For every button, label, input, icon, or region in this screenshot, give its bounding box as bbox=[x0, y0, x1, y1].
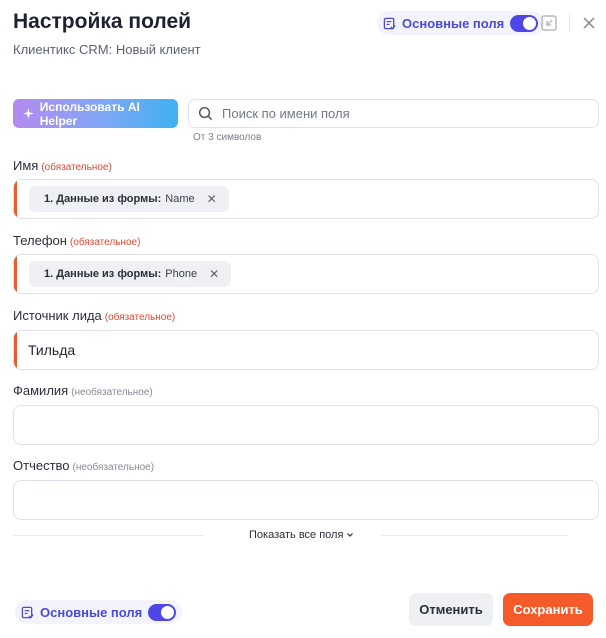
show-all-fields-link[interactable]: Показать все поля bbox=[249, 529, 354, 541]
remove-icon[interactable]: ✕ bbox=[209, 267, 219, 281]
field-surname-label: Фамилия bbox=[13, 383, 69, 398]
field-surname-requirement: (необязательное) bbox=[71, 387, 153, 398]
field-name-label: Имя bbox=[13, 158, 39, 173]
mapping-chip-phone[interactable]: 1. Данные из формы: Phone ✕ bbox=[29, 261, 232, 287]
collapse-icon[interactable] bbox=[540, 14, 558, 32]
fields-list-icon bbox=[21, 606, 34, 619]
show-all-row: Показать все поля bbox=[0, 529, 606, 541]
field-phone-input[interactable]: 1. Данные из формы: Phone ✕ bbox=[13, 254, 599, 294]
field-name-requirement: (обязательное) bbox=[41, 162, 112, 173]
ai-helper-button[interactable]: Использовать AI Helper bbox=[13, 99, 178, 128]
field-patronymic-requirement: (необязательное) bbox=[72, 462, 155, 473]
chip-name-value: Name bbox=[165, 193, 195, 205]
field-label-phone: Телефон (обязательное) bbox=[13, 233, 140, 248]
field-phone-requirement: (обязательное) bbox=[69, 237, 141, 248]
search-hint: От 3 символов bbox=[193, 132, 262, 143]
main-fields-toggle-label: Основные поля bbox=[40, 604, 143, 620]
divider bbox=[381, 534, 568, 536]
field-label-patronymic: Отчество (необязательное) bbox=[13, 458, 154, 473]
close-icon[interactable] bbox=[580, 14, 598, 32]
main-fields-toggle-top[interactable]: Основные поля bbox=[377, 11, 545, 35]
field-lead-source-label: Источник лида bbox=[13, 308, 102, 323]
chip-phone-value: Phone bbox=[165, 268, 198, 280]
page-title: Настройка полей bbox=[13, 10, 192, 33]
main-fields-switch[interactable] bbox=[148, 603, 177, 621]
mapping-chip-name[interactable]: 1. Данные из формы: Name ✕ bbox=[29, 186, 229, 212]
main-fields-toggle-bottom[interactable]: Основные поля bbox=[15, 600, 183, 624]
field-label-lead-source: Источник лида (обязательное) bbox=[13, 308, 175, 323]
sparkles-icon bbox=[22, 108, 34, 119]
remove-icon[interactable]: ✕ bbox=[207, 192, 217, 206]
main-fields-switch[interactable] bbox=[510, 14, 539, 32]
ai-helper-label: Использовать AI Helper bbox=[39, 99, 140, 128]
field-surname-input[interactable] bbox=[13, 405, 599, 445]
save-button[interactable]: Сохранить bbox=[503, 593, 593, 626]
show-all-label: Показать все поля bbox=[249, 529, 344, 541]
field-name-input[interactable]: 1. Данные из формы: Name ✕ bbox=[13, 179, 599, 219]
field-label-name: Имя (обязательное) bbox=[13, 158, 112, 173]
field-patronymic-label: Отчество bbox=[13, 458, 70, 473]
chevron-down-icon bbox=[347, 533, 354, 537]
main-fields-toggle-label: Основные поля bbox=[402, 15, 505, 31]
page-subtitle: Клиентикс CRM: Новый клиент bbox=[13, 42, 201, 57]
chip-name-prefix: 1. Данные из формы: bbox=[44, 193, 162, 205]
header-divider bbox=[569, 14, 570, 32]
fields-list-icon bbox=[383, 17, 396, 30]
field-phone-label: Телефон bbox=[13, 233, 67, 248]
field-lead-source-input[interactable]: Тильда bbox=[13, 330, 599, 370]
field-lead-source-requirement: (обязательное) bbox=[104, 312, 176, 323]
search-icon bbox=[198, 106, 213, 121]
field-label-surname: Фамилия (необязательное) bbox=[13, 383, 153, 398]
divider bbox=[13, 534, 204, 536]
field-lead-source-value: Тильда bbox=[28, 342, 76, 358]
search-field[interactable] bbox=[188, 99, 599, 128]
cancel-button[interactable]: Отменить bbox=[409, 593, 493, 626]
chip-phone-prefix: 1. Данные из формы: bbox=[44, 268, 162, 280]
search-input[interactable] bbox=[222, 106, 582, 121]
field-patronymic-input[interactable] bbox=[13, 480, 599, 520]
